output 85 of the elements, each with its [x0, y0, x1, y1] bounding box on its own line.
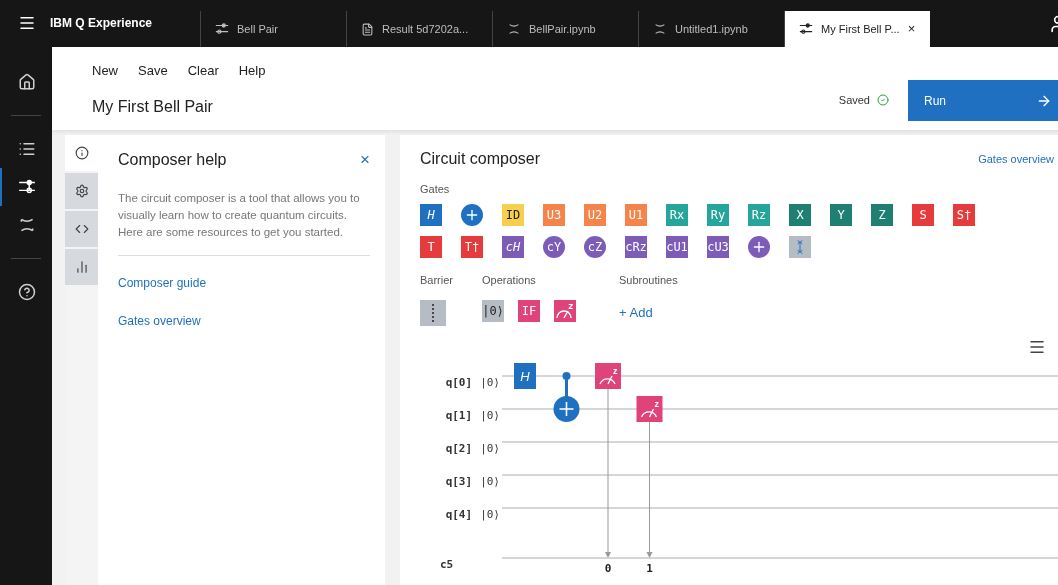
menu-item[interactable]: Help [238, 61, 266, 81]
initial-state: |0⟩ [480, 375, 500, 392]
help-link[interactable]: Composer guide [118, 273, 370, 292]
gate-tile[interactable]: S [912, 203, 934, 226]
menu-item[interactable]: New [92, 61, 118, 81]
gate-tile[interactable]: cH [502, 235, 524, 258]
circuit-icon [215, 22, 229, 36]
section-label: Gates [420, 182, 451, 197]
gate-tile[interactable] [461, 203, 483, 226]
gate-tile[interactable]: cU3 [707, 235, 729, 258]
tab[interactable]: My First Bell P... × [784, 11, 930, 47]
gate-tile[interactable]: Rz [748, 203, 770, 226]
run-button[interactable]: Run [908, 80, 1058, 121]
initial-state: |0⟩ [480, 408, 500, 425]
home-icon [18, 73, 36, 91]
classical-register-label: c5 [440, 557, 454, 574]
gate-tile[interactable]: cZ [584, 235, 606, 258]
save-status: Saved [838, 93, 870, 108]
help-text: The circuit composer is a tool that allows you to visually learn how to create quantum circuits. Here are some resources to get you started. [118, 189, 370, 256]
circuit-icon [799, 22, 813, 36]
cnot-gate[interactable] [553, 372, 580, 422]
bit-index: 1 [646, 562, 653, 575]
list-icon [18, 140, 36, 158]
gate-tile[interactable]: cRz [625, 235, 647, 258]
qubit-label: q[4] [445, 507, 473, 524]
initial-state: |0⟩ [480, 474, 500, 491]
code-icon [74, 222, 89, 236]
qubit-label: q[1] [445, 408, 473, 425]
gate-tile[interactable]: H [420, 203, 442, 226]
settings-icon [74, 184, 89, 198]
section-label: Operations [482, 272, 537, 288]
gate-tile[interactable]: X [789, 203, 811, 226]
document-title: My First Bell Pair [92, 96, 214, 117]
menu-item[interactable]: Clear [187, 61, 219, 81]
gate-tile[interactable]: T† [461, 235, 483, 258]
panel-tab[interactable] [65, 173, 98, 209]
gate-tile[interactable]: Rx [666, 203, 688, 226]
help-icon [18, 283, 36, 301]
panel-title: Circuit composer [420, 149, 541, 169]
gate-tile[interactable]: ID [502, 203, 524, 226]
gate-tile[interactable]: Y [830, 203, 852, 226]
panel-title: Composer help [118, 149, 227, 170]
bracket-icon [18, 216, 36, 234]
section-label: Barrier [420, 272, 454, 288]
gate-tile[interactable]: Z [871, 203, 893, 226]
info-icon [74, 146, 89, 160]
bar-chart-icon [74, 260, 89, 274]
close-button[interactable]: × [360, 147, 370, 173]
menu-item[interactable]: Save [138, 61, 168, 81]
bracket-icon [507, 22, 521, 36]
menu-icon[interactable] [1028, 338, 1046, 356]
bit-index: 0 [604, 562, 612, 575]
gate-tile[interactable]: IF [518, 300, 540, 322]
document-icon [361, 22, 374, 36]
circuit-icon [18, 178, 36, 196]
swap-icon [796, 238, 804, 255]
gate-tile[interactable]: |0⟩ [482, 300, 504, 322]
gate-tile[interactable]: cY [543, 235, 565, 258]
panel-tab[interactable] [65, 249, 98, 285]
measure-gate[interactable]: z [636, 396, 663, 422]
section-label: Subroutines [619, 272, 678, 288]
barrier-tile[interactable] [420, 300, 446, 326]
gate-tile[interactable] [748, 235, 770, 258]
measure-gate[interactable]: z [595, 363, 621, 389]
bracket-icon [653, 22, 667, 36]
initial-state: |0⟩ [480, 441, 500, 458]
gate-tile[interactable] [789, 235, 811, 258]
gate-tile[interactable]: T [420, 235, 442, 258]
panel-tab[interactable] [65, 211, 98, 247]
panel-tab[interactable] [65, 135, 98, 171]
qubit-label: q[0] [445, 375, 473, 392]
add-subroutine-link[interactable]: + Add [619, 303, 678, 323]
initial-state: |0⟩ [480, 507, 500, 524]
hadamard-gate[interactable]: H [514, 363, 536, 389]
gate-tile[interactable]: Ry [707, 203, 729, 226]
gates-overview-link[interactable]: Gates overview [978, 150, 1054, 168]
help-link[interactable]: Gates overview [118, 311, 370, 330]
qubit-label: q[3] [445, 474, 473, 491]
measure-gate-tile[interactable]: z [554, 300, 576, 322]
qubit-label: q[2] [445, 441, 473, 458]
gate-tile[interactable]: S† [953, 203, 975, 226]
app-title: IBM Q Experience [50, 14, 153, 32]
check-icon [877, 94, 889, 107]
gate-tile[interactable]: cU1 [666, 235, 688, 258]
close-tab[interactable]: × [907, 19, 916, 39]
